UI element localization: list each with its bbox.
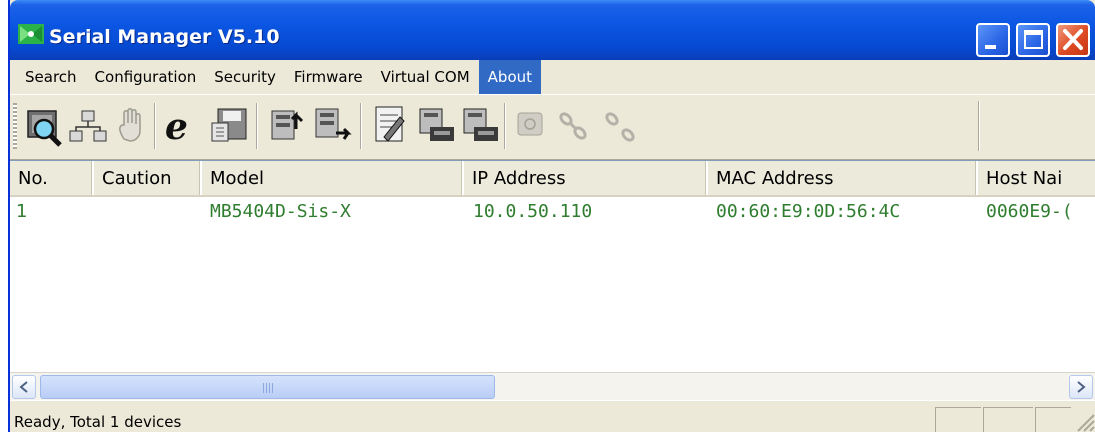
menu-virtual-com[interactable]: Virtual COM [372, 60, 479, 94]
status-pane-2 [983, 407, 1033, 432]
resize-grip-icon[interactable] [1072, 409, 1095, 432]
toolbar-separator [154, 103, 156, 149]
toolbar-separator [360, 103, 362, 149]
toolbar-separator [256, 103, 258, 149]
scroll-right-button[interactable] [1069, 375, 1093, 399]
link-icon [559, 112, 587, 140]
status-pane-1 [935, 407, 981, 432]
maximize-icon [1024, 30, 1043, 49]
window-title: Serial Manager V5.10 [49, 26, 280, 48]
save-button[interactable] [210, 103, 250, 147]
scroll-left-button[interactable] [12, 375, 36, 399]
network-button[interactable] [68, 103, 108, 147]
toolbar-grip[interactable] [13, 103, 17, 149]
link-button[interactable] [554, 103, 594, 147]
unlink-icon [605, 112, 635, 142]
status-text: Ready, Total 1 devices [14, 413, 182, 431]
scrollbar-thumb[interactable] [40, 375, 495, 399]
column-header-caution[interactable]: Caution [94, 161, 202, 195]
horizontal-scrollbar[interactable] [10, 372, 1095, 400]
serial-manager-window: Serial Manager V5.10 Search Configuratio… [8, 0, 1095, 432]
menu-firmware[interactable]: Firmware [285, 60, 372, 94]
upload-config-icon [271, 110, 304, 140]
server-icon-1 [419, 108, 454, 141]
server-button-2[interactable] [460, 103, 500, 147]
svg-text:e: e [165, 106, 188, 147]
network-icon [69, 110, 107, 142]
menu-configuration[interactable]: Configuration [86, 60, 206, 94]
chevron-left-icon [19, 381, 28, 393]
list-header: No. Caution Model IP Address MAC Address… [10, 161, 1095, 197]
status-pane-3 [1035, 407, 1071, 432]
minimize-button[interactable] [976, 23, 1010, 57]
maximize-button[interactable] [1016, 23, 1050, 57]
internet-explorer-button[interactable]: e [162, 103, 202, 148]
hand-icon [119, 108, 141, 142]
save-disk-icon [211, 108, 247, 142]
menu-bar: Search Configuration Security Firmware V… [10, 60, 1095, 94]
phone-button[interactable] [512, 103, 552, 147]
column-header-mac-address[interactable]: MAC Address [708, 161, 978, 195]
hand-button[interactable] [112, 103, 152, 147]
menu-search[interactable]: Search [16, 60, 86, 94]
phone-icon [517, 112, 543, 136]
column-header-ip-address[interactable]: IP Address [464, 161, 708, 195]
device-list[interactable]: No. Caution Model IP Address MAC Address… [10, 160, 1095, 400]
close-button[interactable] [1056, 23, 1090, 57]
cell-ip-address: 10.0.50.110 [473, 201, 593, 222]
search-device-button[interactable] [26, 103, 66, 147]
menu-security[interactable]: Security [205, 60, 285, 94]
internet-explorer-icon: e [165, 106, 188, 148]
toolbar-end-separator [978, 101, 980, 151]
cell-model: MB5404D-Sis-X [210, 201, 351, 222]
status-bar: Ready, Total 1 devices [10, 400, 1095, 432]
close-icon [1063, 29, 1083, 50]
cell-host-name: 0060E9-( [986, 201, 1073, 222]
server-icon-2 [463, 108, 498, 141]
column-header-model[interactable]: Model [202, 161, 464, 195]
title-bar[interactable]: Serial Manager V5.10 [10, 0, 1095, 60]
search-device-icon [27, 110, 62, 147]
app-logo-icon [18, 24, 44, 44]
scrollbar-grip [263, 383, 275, 393]
cell-no: 1 [16, 201, 28, 222]
download-config-button[interactable] [312, 103, 352, 147]
cell-mac-address: 00:60:E9:0D:56:4C [716, 201, 901, 222]
toolbar-separator [504, 103, 506, 149]
server-button-1[interactable] [416, 103, 456, 147]
table-row[interactable]: 1 MB5404D-Sis-X 10.0.50.110 00:60:E9:0D:… [10, 199, 1095, 227]
chevron-right-icon [1077, 381, 1086, 393]
upload-config-button[interactable] [268, 103, 308, 147]
minimize-icon [985, 45, 996, 49]
edit-config-icon [375, 106, 405, 142]
toolbar: e [10, 94, 1095, 160]
download-config-icon [315, 108, 352, 140]
unlink-button[interactable] [600, 103, 640, 147]
column-header-no[interactable]: No. [10, 161, 94, 195]
edit-config-button[interactable] [370, 103, 410, 147]
menu-about[interactable]: About [478, 60, 542, 94]
column-header-host-name[interactable]: Host Nai [978, 161, 1095, 195]
